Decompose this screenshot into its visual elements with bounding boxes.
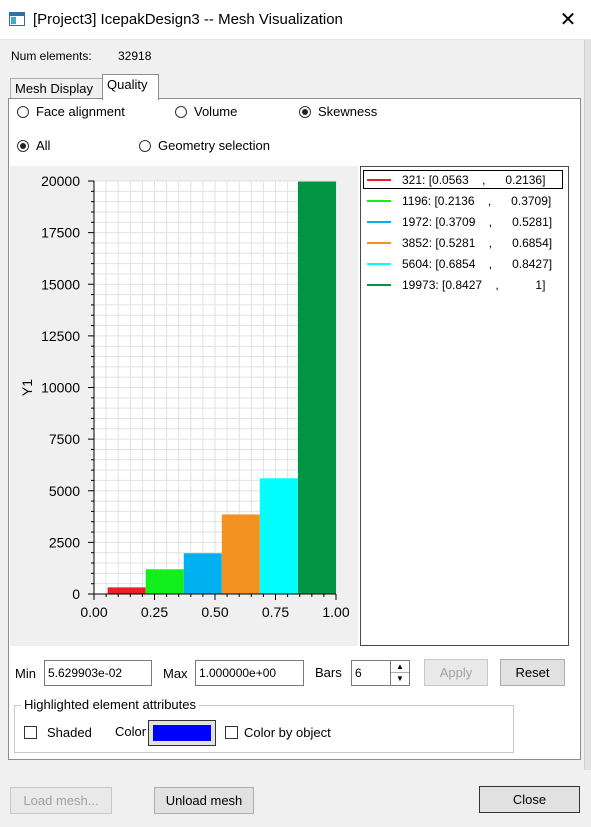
highlight-color-swatch xyxy=(153,725,211,741)
x-tick-label: 0.50 xyxy=(201,604,228,620)
histogram-bar-3 xyxy=(183,553,222,594)
color-by-object-label: Color by object xyxy=(244,725,331,740)
legend-swatch xyxy=(367,263,391,265)
legend-label: 321: [0.0563 , 0.2136] xyxy=(402,173,546,187)
legend-swatch xyxy=(367,221,391,223)
y-tick-label: 10000 xyxy=(41,380,80,396)
volume-radio[interactable] xyxy=(175,106,187,118)
x-tick-label: 1.00 xyxy=(322,604,349,620)
shaded-label: Shaded xyxy=(47,725,92,740)
histogram-bar-2 xyxy=(145,569,184,594)
load-mesh-button[interactable]: Load mesh... xyxy=(10,787,112,814)
close-button[interactable]: Close xyxy=(479,786,580,813)
y-tick-label: 7500 xyxy=(49,431,80,447)
x-tick-label: 0.25 xyxy=(141,604,168,620)
x-tick-label: 0.75 xyxy=(262,604,289,620)
histogram-bar-5 xyxy=(259,478,298,594)
legend-item[interactable]: 5604: [0.6854 , 0.8427] xyxy=(363,254,563,273)
apply-button[interactable]: Apply xyxy=(424,659,488,686)
histogram-bar-6 xyxy=(297,181,336,594)
reset-button[interactable]: Reset xyxy=(500,659,565,686)
min-input[interactable]: 5.629903e-02 xyxy=(44,660,152,686)
app-window-icon xyxy=(9,12,25,26)
geometry-selection-radio[interactable] xyxy=(139,140,151,152)
legend-label: 5604: [0.6854 , 0.8427] xyxy=(402,257,553,271)
min-label: Min xyxy=(15,666,36,681)
close-window-icon[interactable]: ✕ xyxy=(556,8,580,32)
spin-up-icon[interactable]: ▲ xyxy=(391,661,409,673)
highlight-color-button[interactable] xyxy=(148,720,216,746)
face-alignment-label: Face alignment xyxy=(36,104,125,119)
highlight-group-title: Highlighted element attributes xyxy=(21,697,199,712)
bars-spinner: ▲ ▼ xyxy=(390,660,410,686)
tab-quality[interactable]: Quality xyxy=(102,74,159,100)
geometry-selection-label: Geometry selection xyxy=(158,138,270,153)
scope-all-radio[interactable] xyxy=(17,140,29,152)
legend-item[interactable]: 321: [0.0563 , 0.2136] xyxy=(363,170,563,189)
y-tick-label: 20000 xyxy=(41,173,80,189)
x-tick-label: 0.00 xyxy=(80,604,107,620)
histogram-chart: 0 2500 5000 7500 10000 12500 15000 17500 20000 0.… xyxy=(10,166,358,646)
bars-input[interactable]: 6 xyxy=(351,660,391,686)
y-tick-label: 5000 xyxy=(49,483,80,499)
scope-all-label: All xyxy=(36,138,51,153)
legend-swatch xyxy=(367,200,391,202)
bars-label: Bars xyxy=(315,665,342,680)
y-tick-label: 2500 xyxy=(49,534,80,550)
skewness-radio[interactable] xyxy=(299,106,311,118)
window-title: [Project3] IcepakDesign3 -- Mesh Visuali… xyxy=(33,11,343,28)
num-elements-label: Num elements: xyxy=(11,49,92,63)
histogram-bar-4 xyxy=(221,514,260,594)
shaded-checkbox[interactable] xyxy=(24,726,37,739)
skewness-label: Skewness xyxy=(318,104,378,119)
y-tick-label: 12500 xyxy=(41,328,80,344)
window-edge xyxy=(584,40,591,827)
color-by-object-checkbox[interactable] xyxy=(225,726,238,739)
legend-item[interactable]: 3852: [0.5281 , 0.6854] xyxy=(363,233,563,252)
max-label: Max xyxy=(163,666,188,681)
face-alignment-radio[interactable] xyxy=(17,106,29,118)
legend-item[interactable]: 1972: [0.3709 , 0.5281] xyxy=(363,212,563,231)
legend-swatch xyxy=(367,179,391,181)
tab-mesh-display[interactable]: Mesh Display xyxy=(10,78,103,100)
y-axis-label: Y1 xyxy=(19,379,35,396)
y-tick-label: 0 xyxy=(72,586,80,602)
color-label: Color xyxy=(115,724,147,739)
y-tick-label: 17500 xyxy=(41,225,80,241)
histogram-svg: 0 2500 5000 7500 10000 12500 15000 17500 20000 0.… xyxy=(19,173,350,620)
unload-mesh-button[interactable]: Unload mesh xyxy=(154,787,254,814)
volume-label: Volume xyxy=(194,104,238,119)
legend-swatch xyxy=(367,284,391,286)
legend-label: 1972: [0.3709 , 0.5281] xyxy=(402,215,553,229)
num-elements-value: 32918 xyxy=(118,49,152,63)
legend-item[interactable]: 1196: [0.2136 , 0.3709] xyxy=(363,191,563,210)
legend-label: 1196: [0.2136 , 0.3709] xyxy=(402,194,552,208)
max-input[interactable]: 1.000000e+00 xyxy=(195,660,304,686)
legend-label: 19973: [0.8427 , 1] xyxy=(402,278,546,292)
y-tick-label: 15000 xyxy=(41,276,80,292)
spin-down-icon[interactable]: ▼ xyxy=(391,673,409,685)
legend-label: 3852: [0.5281 , 0.6854] xyxy=(402,236,553,250)
histogram-legend: 321: [0.0563 , 0.2136] 1196: [0.2136 , 0.… xyxy=(360,166,569,646)
legend-swatch xyxy=(367,242,391,244)
legend-item[interactable]: 19973: [0.8427 , 1] xyxy=(363,275,563,294)
histogram-bar-1 xyxy=(107,587,146,594)
